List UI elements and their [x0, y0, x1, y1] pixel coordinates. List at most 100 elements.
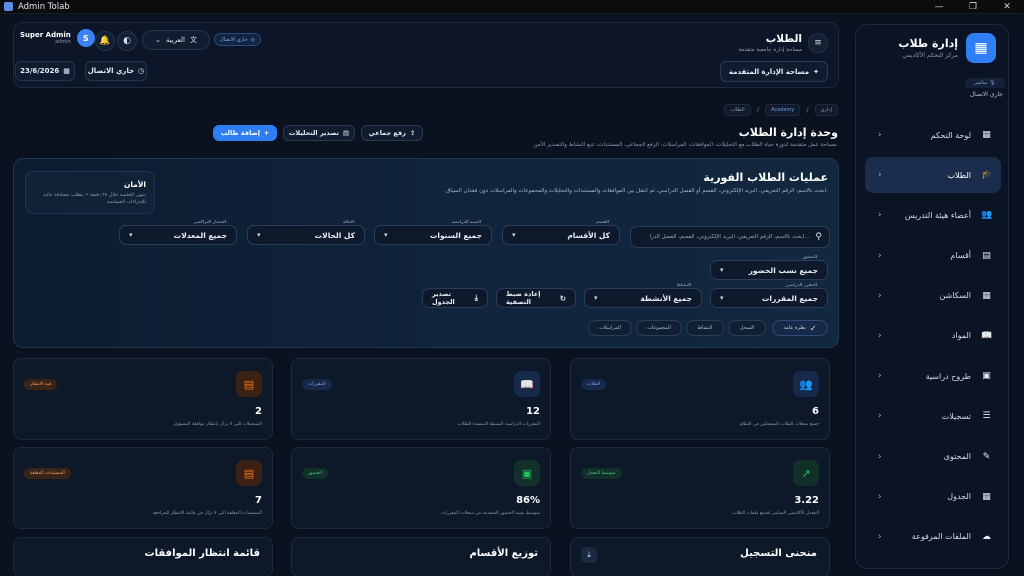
maximize-button[interactable]: ❐	[956, 0, 990, 14]
header-title-text: الطلاب مساحة إدارة جامعية متقدمة	[738, 33, 802, 53]
top-header: الطلاب مساحة إدارة جامعية متقدمة ≡ مساحة…	[13, 22, 839, 88]
stat-tag: قيد الانتظار	[24, 379, 57, 390]
breadcrumb-admin[interactable]: إداري	[814, 104, 838, 116]
sidebar-item-content: الجدول ▦	[947, 492, 992, 502]
sidebar-item-label: أقسام	[950, 251, 971, 261]
stat-card[interactable]: 👥 الطلاب 6 جميع سجلات الطلاب المسجلين في ال…	[570, 358, 830, 440]
export-analytics-button[interactable]: تصدير التحليلات ▤	[283, 125, 355, 141]
sidebar-item-icon: 📖	[981, 330, 993, 341]
stat-card[interactable]: ▤ قيد الانتظار 2 التسجيلات التي لا تزال بان…	[13, 358, 273, 440]
sidebar-item-schedule[interactable]: › الجدول ▦	[865, 479, 1001, 515]
tab-record[interactable]: السجل	[728, 320, 766, 336]
tab-groups-label: المجموعات	[647, 325, 671, 331]
sidebar-item-icon: ▦	[982, 491, 991, 502]
connection-status-button[interactable]: جاري الاتصال ◷	[85, 61, 147, 81]
user-name: Super Admin	[20, 31, 71, 39]
gpa-filter-caption: المعدل التراكمي	[193, 219, 226, 224]
notifications-bell-icon[interactable]: 🔔	[95, 31, 115, 51]
stat-card[interactable]: ▤ المستندات المعلقة 7 المستندات المعلقة الت…	[13, 447, 273, 529]
export-table-button[interactable]: تصدير الجدول ⤓	[422, 288, 488, 308]
minimize-button[interactable]: —	[922, 0, 956, 14]
sidebar-item-icon: ✎	[982, 451, 991, 462]
course-filter[interactable]: المقرر الدراسي ▾ جميع المقررات	[710, 282, 828, 308]
add-student-button[interactable]: إضافة طالب +	[213, 125, 277, 141]
department-filter-caption: القسم	[596, 219, 609, 224]
gpa-filter-value: جميع المعدلات	[173, 230, 227, 240]
sidebar-item-icon: 👥	[981, 210, 993, 221]
stat-icon: ↗	[793, 460, 819, 486]
activity-filter[interactable]: النشاط ▾ جميع الأنشطة	[584, 282, 702, 308]
sidebar-item-offerings[interactable]: › طروح دراسية ▣	[865, 358, 1001, 394]
sidebar-item-label: الطلاب	[947, 170, 971, 180]
status-filter[interactable]: الحالة ▾ كل الحالات	[247, 219, 365, 245]
upload-icon: ⇪	[409, 129, 416, 137]
chevron-down-icon: ⌄	[154, 36, 161, 44]
download-icon[interactable]: ⤓	[581, 547, 597, 563]
sidebar-item-sections[interactable]: › السكاشن ▦	[865, 278, 1001, 314]
search-icon: ⚲	[815, 232, 822, 242]
tab-overview[interactable]: نظرة عامة ✓	[772, 320, 828, 336]
stat-card[interactable]: ↗ متوسط المعدل 3.22 المعدل الأكاديمي المباش…	[570, 447, 830, 529]
stat-card[interactable]: 📖 المقررات 12 المقررات الدراسية النشطة المس…	[291, 358, 551, 440]
department-filter[interactable]: القسم ▾ كل الأقسام	[502, 219, 620, 245]
sidebar-item-content: الملفات المرفوعة ☁	[912, 532, 992, 542]
advanced-workspace-button[interactable]: مساحة الإدارة المتقدمة ✦	[719, 61, 828, 82]
tab-overview-label: نظرة عامة	[783, 325, 806, 331]
language-selector[interactable]: ⌄ العربية 文	[142, 30, 210, 50]
sidebar-item-enrollments[interactable]: › تسجيلات ☰	[865, 398, 1001, 434]
attendance-filter[interactable]: الحضور ▾ جميع نسب الحضور	[710, 254, 828, 280]
avatar: S	[76, 29, 95, 47]
user-profile[interactable]: Super Admin admin S	[20, 29, 95, 47]
tab-messages[interactable]: المراسلات	[588, 320, 632, 336]
check-icon: ✓	[809, 323, 817, 333]
stat-card[interactable]: ▣ الحضور 86% متوسط نسبة الحضور المتقدمة من …	[291, 447, 551, 529]
student-search-input[interactable]: ابحث بالاسم، الرقم التعريفي، البريد الإل…	[630, 226, 830, 248]
breadcrumb-current[interactable]: الطلاب	[723, 104, 751, 116]
course-filter-value: جميع المقررات	[761, 293, 818, 303]
sidebar-item-content: السكاشن ▦	[940, 291, 992, 301]
stat-icon: ▣	[514, 460, 540, 486]
chevron-down-icon: ▾	[384, 231, 388, 239]
sidebar-item-icon: ▦	[982, 290, 991, 301]
breadcrumb-academy[interactable]: Academy	[765, 104, 801, 116]
close-button[interactable]: ✕	[990, 0, 1024, 14]
brand-grid-icon: ▦	[966, 33, 996, 63]
stat-description: متوسط نسبة الحضور المتقدمة من سجلات المق…	[441, 511, 540, 516]
sidebar-item-label: الملفات المرفوعة	[911, 532, 971, 542]
sidebar-item-content[interactable]: › المحتوى ✎	[865, 439, 1001, 475]
sidebar-item-subjects[interactable]: › المواد 📖	[865, 318, 1001, 354]
sidebar-item-departments[interactable]: › أقسام ▤	[865, 238, 1001, 274]
year-filter-value: جميع السنوات	[429, 230, 482, 240]
date-value: 23/6/2026	[20, 67, 60, 75]
stat-description: المستندات المعلقة التي لا تزال في قائمة …	[152, 511, 262, 516]
live-chip[interactable]: مباشر 🎙	[965, 78, 1005, 88]
live-status-text: جاري الاتصال	[969, 91, 1003, 98]
menu-toggle-icon[interactable]: ≡	[808, 33, 828, 53]
stat-description: المعدل الأكاديمي المباشر لجميع ملفات الط…	[732, 511, 819, 516]
add-student-label: إضافة طالب	[220, 129, 260, 137]
sidebar-item-icon: ☰	[982, 411, 991, 422]
date-display[interactable]: 23/6/2026 ▦	[15, 61, 75, 81]
year-filter[interactable]: السنة الدراسية ▾ جميع السنوات	[374, 219, 492, 245]
sidebar-item-dashboard[interactable]: › لوحة التحكم ▦	[865, 117, 1001, 153]
tab-activity[interactable]: النشاط	[686, 320, 724, 336]
bulk-upload-button[interactable]: رفع جماعي ⇪	[361, 125, 423, 141]
enrollment-curve-card: منحنى التسجيل ⤓	[570, 537, 830, 576]
user-role: admin	[55, 39, 71, 45]
calendar-icon: ▦	[63, 67, 70, 75]
tab-groups[interactable]: المجموعات	[636, 320, 682, 336]
stat-icon: ▤	[236, 460, 262, 486]
sidebar-item-faculty[interactable]: › أعضاء هيئة التدريس 👥	[865, 197, 1001, 233]
connection-status-label: جاري الاتصال	[87, 67, 135, 75]
ops-heading: عمليات الطلاب الفورية ابحث بالاسم، الرقم…	[446, 171, 828, 194]
sidebar-item-students[interactable]: › الطلاب 🎓	[865, 157, 1001, 194]
attendance-filter-caption: الحضور	[802, 254, 817, 259]
theme-toggle-icon[interactable]: ◐	[117, 31, 137, 51]
chevron-icon: ›	[878, 130, 882, 140]
tab-record-label: السجل	[739, 325, 755, 331]
sidebar-item-uploads[interactable]: › الملفات المرفوعة ☁	[865, 519, 1001, 555]
gpa-filter[interactable]: المعدل التراكمي ▾ جميع المعدلات	[119, 219, 237, 245]
chevron-icon: ›	[878, 491, 882, 502]
reset-filters-button[interactable]: إعادة ضبط التصفية ↻	[496, 288, 576, 308]
approvals-queue-card: قائمة انتظار الموافقات	[13, 537, 273, 576]
